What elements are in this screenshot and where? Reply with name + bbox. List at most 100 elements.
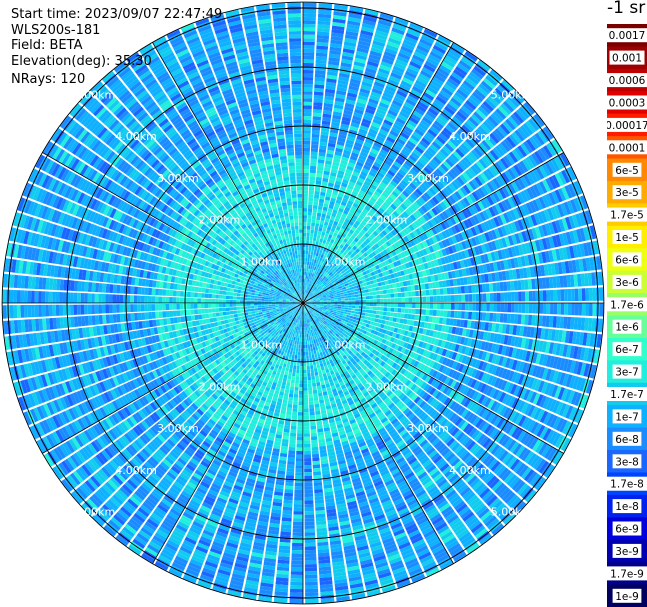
- beta-cell: [383, 307, 388, 312]
- beta-cell: [169, 310, 174, 317]
- beta-cell: [126, 313, 132, 322]
- beta-cell: [387, 303, 391, 307]
- beta-cell: [264, 306, 269, 309]
- beta-cell: [288, 368, 293, 373]
- beta-cell: [240, 312, 245, 317]
- beta-cell: [317, 352, 321, 357]
- beta-cell: [305, 344, 308, 349]
- beta-cell: [429, 303, 434, 309]
- beta-cell: [289, 439, 296, 444]
- beta-cell: [304, 472, 312, 476]
- beta-cell: [290, 588, 303, 593]
- beta-cell: [386, 311, 391, 317]
- beta-cell: [303, 429, 310, 434]
- beta-cell: [564, 303, 568, 315]
- beta-cell: [295, 465, 303, 469]
- beta-cell: [296, 440, 303, 444]
- beta-cell: [240, 309, 245, 313]
- beta-cell: [119, 313, 124, 323]
- beta-cell: [468, 303, 473, 311]
- beta-cell: [311, 450, 319, 455]
- beta-cell: [297, 415, 303, 420]
- beta-cell: [198, 314, 203, 320]
- beta-cell: [291, 375, 296, 380]
- beta-cell: [292, 528, 303, 533]
- beta-cell: [304, 465, 312, 469]
- beta-cell: [289, 389, 294, 394]
- beta-cell: [254, 310, 259, 314]
- beta-cell: [158, 311, 163, 319]
- beta-cell: [304, 521, 315, 526]
- beta-cell: [298, 408, 303, 413]
- beta-cell: [327, 304, 331, 306]
- beta-cell: [229, 310, 234, 315]
- beta-cell: [286, 471, 295, 476]
- beta-cell: [205, 313, 210, 319]
- beta-cell: [400, 313, 405, 319]
- beta-cell: [303, 394, 308, 398]
- beta-cell: [528, 303, 533, 314]
- beta-cell: [247, 308, 252, 312]
- beta-cell: [283, 496, 293, 501]
- beta-cell: [236, 306, 241, 310]
- beta-cell: [290, 581, 303, 586]
- beta-cell: [287, 360, 291, 365]
- beta-cell: [382, 311, 387, 316]
- beta-cell: [316, 421, 323, 426]
- beta-cell: [290, 585, 303, 590]
- beta-cell: [305, 592, 319, 597]
- beta-cell: [304, 496, 314, 501]
- beta-cell: [305, 337, 307, 342]
- beta-cell: [457, 311, 462, 319]
- beta-cell: [208, 313, 213, 318]
- beta-cell: [532, 303, 537, 314]
- beta-cell: [313, 393, 318, 398]
- beta-cell: [141, 312, 146, 320]
- beta-cell: [306, 362, 310, 366]
- beta-cell: [295, 468, 303, 473]
- beta-cell: [304, 458, 312, 462]
- beta-cell: [304, 564, 317, 568]
- beta-cell: [314, 499, 324, 504]
- beta-cell: [401, 303, 406, 308]
- beta-cell: [340, 307, 345, 310]
- beta-cell: [450, 310, 455, 318]
- beta-cell: [268, 304, 272, 307]
- beta-cell: [310, 432, 317, 437]
- beta-cell: [454, 303, 459, 310]
- beta-cell: [304, 503, 314, 508]
- beta-cell: [592, 303, 597, 317]
- beta-cell: [485, 312, 490, 322]
- beta-cell: [303, 373, 307, 377]
- beta-cell: [312, 361, 317, 366]
- beta-cell: [313, 485, 323, 490]
- beta-cell: [369, 303, 374, 307]
- beta-cell: [303, 426, 310, 430]
- beta-cell: [337, 304, 342, 307]
- beta-cell: [525, 303, 529, 314]
- beta-cell: [426, 303, 430, 309]
- beta-cell: [222, 311, 227, 316]
- beta-cell: [307, 383, 312, 388]
- beta-cell: [296, 436, 303, 441]
- beta-cell: [390, 303, 395, 308]
- beta-cell: [297, 422, 303, 427]
- beta-cell: [372, 306, 377, 311]
- beta-cell: [293, 507, 303, 512]
- beta-cell: [353, 316, 358, 320]
- beta-cell: [304, 486, 313, 490]
- beta-cell: [297, 433, 303, 437]
- beta-cell: [408, 303, 413, 308]
- beta-cell: [241, 315, 246, 320]
- beta-cell: [347, 310, 352, 313]
- beta-cell: [355, 305, 359, 309]
- beta-cell: [368, 313, 373, 318]
- beta-cell: [291, 354, 295, 359]
- beta-cell: [364, 316, 369, 320]
- beta-cell: [567, 303, 572, 316]
- beta-cell: [404, 308, 409, 314]
- beta-cell: [298, 348, 301, 352]
- beta-cell: [293, 514, 303, 519]
- beta-cell: [219, 312, 224, 317]
- beta-cell: [415, 308, 420, 315]
